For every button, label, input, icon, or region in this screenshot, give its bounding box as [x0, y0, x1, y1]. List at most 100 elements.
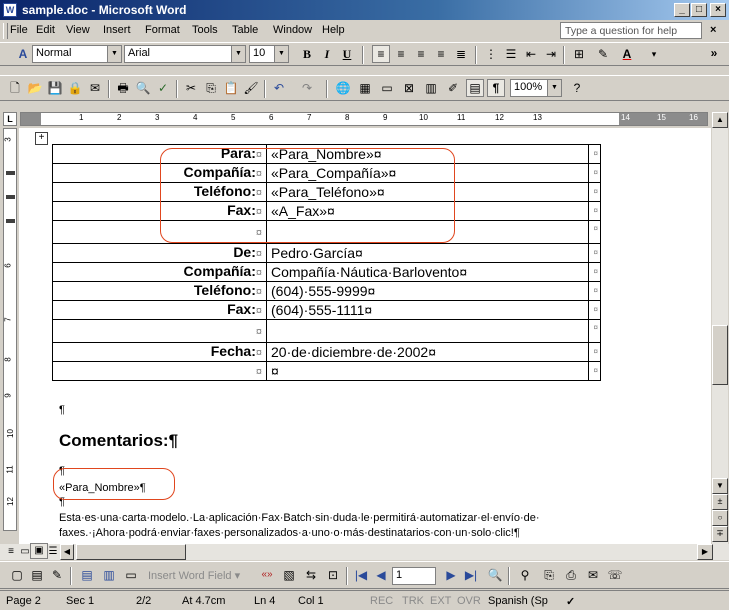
field-label[interactable]: Compañía:¤ — [52, 262, 267, 282]
field-value[interactable]: ¤ — [266, 361, 589, 381]
field-value[interactable]: (604)·555-9999¤ — [266, 281, 589, 301]
chevron-down-icon[interactable]: ▼ — [547, 80, 561, 96]
copy-icon[interactable]: ⎘ — [202, 79, 220, 97]
next-record-icon[interactable]: ▶ — [442, 566, 460, 584]
scroll-down-icon[interactable]: ▼ — [712, 478, 728, 494]
status-trk[interactable]: TRK — [402, 595, 424, 607]
scroll-right-icon[interactable]: ▶ — [697, 544, 713, 560]
open-icon[interactable]: 📂 — [26, 79, 44, 97]
chevron-down-icon[interactable]: ▾ — [645, 45, 663, 63]
menu-file[interactable]: File — [10, 24, 28, 36]
merge-to-email-icon[interactable]: ✉ — [584, 566, 602, 584]
font-color-icon[interactable]: A — [618, 45, 636, 63]
highlight-icon[interactable]: ✎ — [594, 45, 612, 63]
select-browse-object-icon[interactable]: ○ — [712, 510, 728, 526]
check-errors-icon[interactable]: ⚲ — [516, 566, 534, 584]
align-right-icon[interactable]: ≡ — [412, 45, 430, 63]
menu-table[interactable]: Table — [232, 24, 258, 36]
minimize-button[interactable]: _ — [674, 3, 690, 17]
field-label[interactable]: ¤ — [52, 361, 267, 381]
hyperlink-icon[interactable]: 🌐 — [334, 79, 352, 97]
open-data-source-icon[interactable]: ▤ — [28, 566, 46, 584]
field-label[interactable]: Teléfono:¤ — [52, 281, 267, 301]
spelling-icon[interactable]: ✓ — [154, 79, 172, 97]
menu-tools[interactable]: Tools — [192, 24, 218, 36]
previous-page-icon[interactable]: ± — [712, 494, 728, 510]
insert-merge-fields-icon[interactable]: ▭ — [122, 566, 140, 584]
field-value[interactable]: (604)·555-1111¤ — [266, 300, 589, 320]
font-select[interactable]: Arial ▼ — [124, 45, 246, 63]
match-fields-icon[interactable]: ⇆ — [302, 566, 320, 584]
maximize-button[interactable]: □ — [691, 3, 707, 17]
redo-icon[interactable]: ↷ — [298, 79, 316, 97]
underline-button[interactable]: U — [338, 45, 356, 63]
close-button[interactable]: × — [710, 3, 726, 17]
merge-to-new-document-icon[interactable]: ⎘ — [540, 566, 558, 584]
menu-edit[interactable]: Edit — [36, 24, 55, 36]
help-icon[interactable]: ? — [568, 79, 586, 97]
document-map-icon[interactable]: ▤ — [466, 79, 484, 97]
justify-icon[interactable]: ≡ — [432, 45, 450, 63]
merge-to-fax-icon[interactable]: ☏ — [606, 566, 624, 584]
propagate-labels-icon[interactable]: ⊡ — [324, 566, 342, 584]
field-value[interactable] — [266, 319, 589, 343]
recipients-icon[interactable]: ✎ — [48, 566, 66, 584]
view-merged-data-icon[interactable]: «» — [258, 566, 276, 584]
font-size-select[interactable]: 10 ▼ — [249, 45, 289, 63]
word-app-icon[interactable]: W — [3, 3, 17, 17]
chevron-down-icon[interactable]: ▼ — [274, 46, 288, 62]
next-page-icon[interactable]: ∓ — [712, 526, 728, 542]
field-label[interactable]: De:¤ — [52, 243, 267, 263]
email-icon[interactable]: ✉ — [86, 79, 104, 97]
bold-button[interactable]: B — [298, 45, 316, 63]
highlight-fields-icon[interactable]: ▧ — [280, 566, 298, 584]
style-select[interactable]: Normal ▼ — [32, 45, 122, 63]
first-record-icon[interactable]: |◀ — [352, 566, 370, 584]
increase-indent-icon[interactable]: ⇥ — [542, 45, 560, 63]
field-value[interactable]: Compañía·Náutica·Barlovento¤ — [266, 262, 589, 282]
insert-greeting-icon[interactable]: ▥ — [100, 566, 118, 584]
field-label[interactable]: ¤ — [52, 319, 267, 343]
document-page[interactable]: + Para:¤ «Para_Nombre»¤ ¤ Compañía:¤ «Para_C… — [19, 128, 711, 544]
insert-table-icon[interactable]: ▭ — [378, 79, 396, 97]
menu-insert[interactable]: Insert — [103, 24, 131, 36]
show-hide-icon[interactable]: ¶ — [487, 79, 505, 97]
field-value[interactable]: Pedro·García¤ — [266, 243, 589, 263]
scroll-up-icon[interactable]: ▲ — [712, 112, 728, 128]
cut-icon[interactable]: ✂ — [182, 79, 200, 97]
paste-icon[interactable]: 📋 — [222, 79, 240, 97]
borders-icon[interactable]: ⊞ — [570, 45, 588, 63]
field-value[interactable]: 20·de·diciembre·de·2002¤ — [266, 342, 589, 362]
status-ovr[interactable]: OVR — [457, 595, 481, 607]
menu-help[interactable]: Help — [322, 24, 345, 36]
tab-selector[interactable]: L — [3, 112, 17, 126]
menu-format[interactable]: Format — [145, 24, 180, 36]
main-document-setup-icon[interactable]: ▢ — [8, 566, 26, 584]
status-rec[interactable]: REC — [370, 595, 393, 607]
insert-word-field-button[interactable]: Insert Word Field ▾ — [148, 569, 240, 582]
hscroll-thumb[interactable] — [76, 544, 186, 560]
line-spacing-icon[interactable]: ≣ — [452, 45, 470, 63]
insert-address-block-icon[interactable]: ▤ — [78, 566, 96, 584]
record-number-input[interactable]: 1 — [392, 567, 436, 585]
previous-record-icon[interactable]: ◀ — [372, 566, 390, 584]
help-search-input[interactable]: Type a question for help — [560, 22, 702, 39]
vertical-scrollbar[interactable]: ▲ ▼ ± ○ ∓ — [712, 112, 728, 544]
last-record-icon[interactable]: ▶| — [462, 566, 480, 584]
spelling-status-icon[interactable]: ✓ — [566, 595, 575, 608]
status-language[interactable]: Spanish (Sp — [488, 595, 548, 607]
new-document-icon[interactable]: 🗋 — [6, 79, 24, 97]
vertical-ruler[interactable]: 3 6 7 8 9 10 11 12 — [3, 128, 17, 531]
field-label[interactable]: Fecha:¤ — [52, 342, 267, 362]
numbering-icon[interactable]: ⋮ — [482, 45, 500, 63]
align-left-icon[interactable]: ≡ — [372, 45, 390, 63]
find-entry-icon[interactable]: 🔍 — [486, 566, 504, 584]
align-center-icon[interactable]: ≡ — [392, 45, 410, 63]
horizontal-scrollbar[interactable]: ≡ ▭ ▣ ☰ ◀ ▶ — [0, 543, 729, 560]
table-move-handle[interactable]: + — [35, 132, 48, 145]
undo-icon[interactable]: ↶ — [270, 79, 288, 97]
scroll-left-icon[interactable]: ◀ — [60, 544, 74, 560]
print-icon[interactable]: 🖶 — [114, 79, 132, 97]
scroll-thumb[interactable] — [712, 325, 728, 385]
styles-pane-icon[interactable]: A — [14, 45, 32, 63]
